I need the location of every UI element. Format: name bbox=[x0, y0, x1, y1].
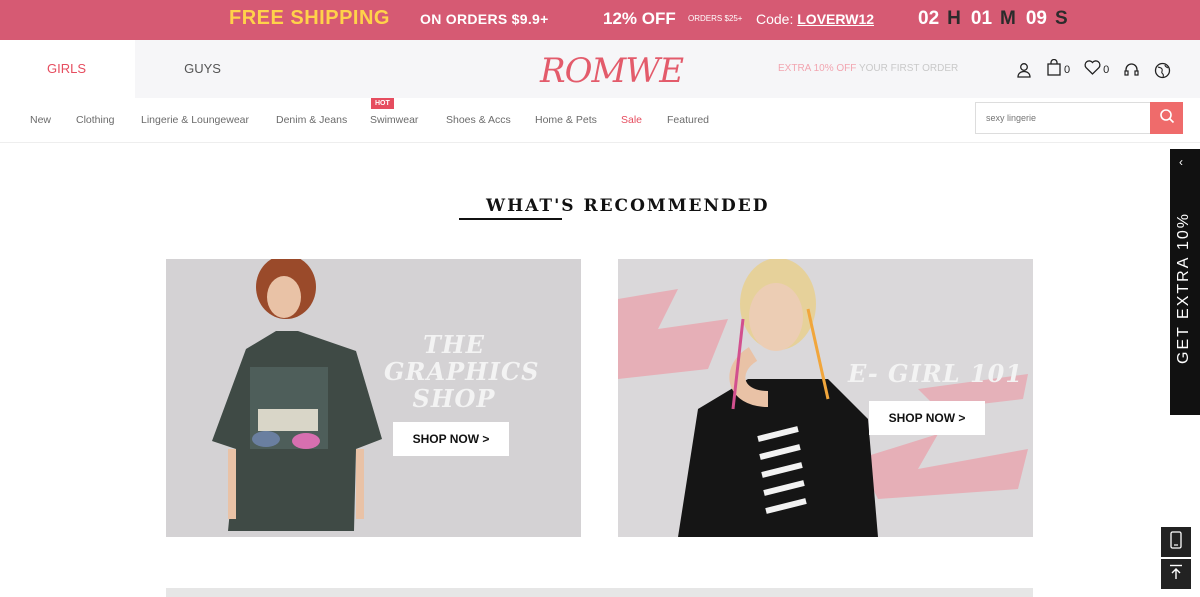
next-banner-row bbox=[166, 588, 1033, 597]
heart-icon bbox=[1084, 60, 1101, 80]
mobile-app-button[interactable] bbox=[1161, 527, 1191, 557]
wishlist-count: 0 bbox=[1103, 64, 1110, 76]
nav-item-home[interactable]: Home & Pets bbox=[535, 114, 597, 126]
code-label: Code: bbox=[756, 11, 794, 27]
promo-code: Code: LOVERW12 bbox=[756, 11, 874, 27]
nav-item-sale[interactable]: Sale bbox=[621, 114, 642, 126]
banner-e-girl[interactable]: E- GIRL 101 SHOP NOW > bbox=[618, 259, 1033, 537]
chevron-left-icon: ‹ bbox=[1179, 155, 1183, 169]
headset-icon[interactable] bbox=[1123, 62, 1140, 79]
header-icons: 0 0 bbox=[1016, 58, 1185, 81]
nav-item-lingerie[interactable]: Lingerie & Loungewear bbox=[141, 114, 249, 126]
orders-min-label: ORDERS $25+ bbox=[688, 14, 743, 23]
timer-h-unit: H bbox=[947, 8, 961, 29]
search-button[interactable] bbox=[1150, 102, 1183, 134]
romwe-logo[interactable]: ROMWE bbox=[540, 51, 684, 91]
timer-seconds: 09 bbox=[1025, 8, 1047, 29]
graphics-shop-title: THE GRAPHICS SHOP bbox=[384, 330, 540, 413]
back-to-top-button[interactable] bbox=[1161, 559, 1191, 589]
code-value[interactable]: LOVERW12 bbox=[797, 11, 874, 27]
model-e-girl-image bbox=[678, 259, 878, 537]
bag-icon bbox=[1046, 58, 1062, 81]
banner-title-line3: SHOP bbox=[412, 384, 496, 413]
nav-item-shoes[interactable]: Shoes & Accs bbox=[446, 114, 511, 126]
tab-girls[interactable]: GIRLS bbox=[0, 40, 135, 98]
arrow-up-icon bbox=[1169, 564, 1183, 585]
tab-guys[interactable]: GUYS bbox=[135, 40, 270, 98]
nav-item-swimwear[interactable]: Swimwear bbox=[370, 114, 418, 126]
nav-item-new[interactable]: New bbox=[30, 114, 51, 126]
model-tshirt-image bbox=[212, 259, 382, 531]
banner-title-line2: GRAPHICS bbox=[384, 357, 540, 386]
shop-now-button[interactable]: SHOP NOW > bbox=[869, 401, 985, 435]
timer-s-unit: S bbox=[1054, 8, 1068, 29]
get-extra-label: GET EXTRA 10% bbox=[1175, 212, 1192, 364]
section-title-underline bbox=[459, 218, 562, 220]
promo-bar[interactable]: FREE SHIPPING ON ORDERS $9.9+ 12% OFF OR… bbox=[0, 0, 1200, 40]
offer-highlight: EXTRA 10% OFF bbox=[778, 63, 857, 74]
timer-m-unit: M bbox=[1000, 8, 1016, 29]
countdown-timer: 02 H 01 M 09 S bbox=[918, 8, 1078, 30]
get-extra-rail[interactable]: ‹ GET EXTRA 10% bbox=[1170, 149, 1200, 415]
search-icon bbox=[1159, 108, 1175, 129]
shop-now-button[interactable]: SHOP NOW > bbox=[393, 422, 509, 456]
nav-item-denim[interactable]: Denim & Jeans bbox=[276, 114, 347, 126]
search-input[interactable] bbox=[976, 103, 1151, 133]
cart-button[interactable]: 0 bbox=[1046, 58, 1071, 81]
timer-minutes: 01 bbox=[970, 8, 993, 29]
phone-icon bbox=[1170, 530, 1182, 554]
wishlist-button[interactable]: 0 bbox=[1084, 60, 1109, 80]
globe-icon[interactable] bbox=[1154, 62, 1171, 79]
site-header: GIRLS GUYS ROMWE EXTRA 10% OFF YOUR FIRS… bbox=[0, 40, 1200, 98]
e-girl-title: E- GIRL 101 bbox=[848, 359, 1024, 388]
orders-threshold-label: ON ORDERS $9.9+ bbox=[420, 11, 549, 27]
offer-rest: YOUR FIRST ORDER bbox=[856, 63, 959, 74]
timer-hours: 02 bbox=[918, 8, 940, 29]
hot-badge: HOT bbox=[371, 98, 394, 109]
first-order-offer[interactable]: EXTRA 10% OFF YOUR FIRST ORDER bbox=[778, 63, 958, 74]
banner-graphics-shop[interactable]: THE GRAPHICS SHOP SHOP NOW > bbox=[166, 259, 581, 537]
user-icon[interactable] bbox=[1016, 62, 1032, 78]
free-shipping-label: FREE SHIPPING bbox=[229, 7, 390, 29]
banner-title-line1: THE bbox=[423, 330, 485, 359]
section-title: WHAT'S RECOMMENDED bbox=[486, 196, 770, 216]
nav-item-featured[interactable]: Featured bbox=[667, 114, 709, 126]
nav-item-clothing[interactable]: Clothing bbox=[76, 114, 115, 126]
search-box bbox=[975, 102, 1183, 134]
percent-off-label: 12% OFF bbox=[603, 9, 676, 28]
cart-count: 0 bbox=[1064, 64, 1071, 76]
